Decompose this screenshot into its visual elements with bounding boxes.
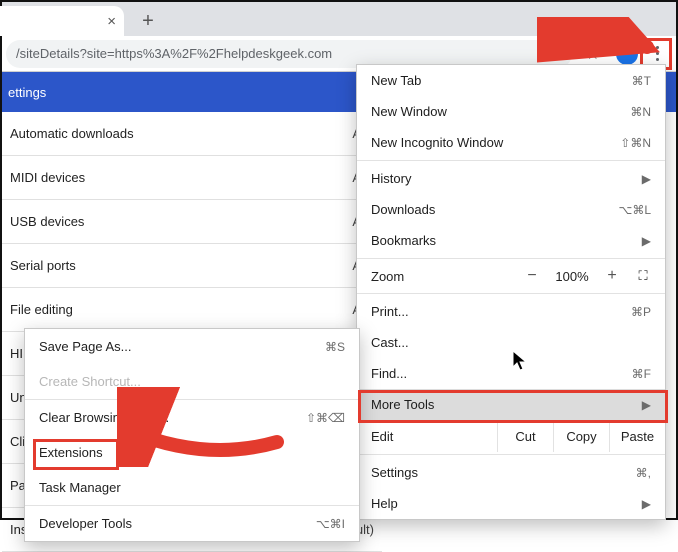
menu-cast[interactable]: Cast...	[357, 327, 665, 358]
setting-row[interactable]: File editing Ask	[2, 288, 382, 332]
menu-separator	[357, 258, 665, 259]
bookmark-star-icon[interactable]: ☆	[586, 44, 600, 64]
setting-label: MIDI devices	[10, 170, 85, 185]
menu-shortcut: ⌘F	[632, 367, 651, 381]
setting-label: Serial ports	[10, 258, 76, 273]
menu-label: Downloads	[371, 202, 618, 217]
setting-row[interactable]: MIDI devices Ask	[2, 156, 382, 200]
menu-shortcut: ⇧⌘N	[620, 136, 651, 150]
submenu-developer-tools[interactable]: Developer Tools ⌥⌘I	[25, 506, 359, 541]
menu-new-window[interactable]: New Window ⌘N	[357, 96, 665, 127]
menu-shortcut: ⌥⌘L	[618, 203, 651, 217]
more-tools-submenu: Save Page As... ⌘S Create Shortcut... Cl…	[24, 328, 360, 542]
submenu-label: Create Shortcut...	[39, 374, 141, 389]
submenu-arrow-icon: ▶	[642, 398, 651, 412]
zoom-in-button[interactable]: +	[597, 267, 627, 285]
edit-copy-button[interactable]: Copy	[553, 421, 609, 452]
menu-label: New Tab	[371, 73, 632, 88]
submenu-extensions[interactable]: Extensions	[25, 435, 359, 470]
submenu-create-shortcut: Create Shortcut...	[25, 364, 359, 399]
zoom-percent: 100%	[547, 269, 597, 284]
menu-shortcut: ⌘P	[631, 305, 651, 319]
menu-label: Edit	[357, 421, 497, 452]
submenu-label: Task Manager	[39, 480, 121, 495]
menu-label: New Window	[371, 104, 630, 119]
setting-row[interactable]: Automatic downloads Ask	[2, 112, 382, 156]
new-tab-button[interactable]: +	[136, 9, 160, 33]
submenu-shortcut: ⌥⌘I	[316, 517, 345, 531]
menu-separator	[357, 293, 665, 294]
menu-shortcut: ⌘N	[630, 105, 651, 119]
menu-new-incognito[interactable]: New Incognito Window ⇧⌘N	[357, 127, 665, 158]
submenu-label: Extensions	[39, 445, 103, 460]
menu-downloads[interactable]: Downloads ⌥⌘L	[357, 194, 665, 225]
menu-more-tools[interactable]: More Tools ▶	[357, 389, 665, 420]
menu-settings[interactable]: Settings ⌘,	[357, 457, 665, 488]
menu-edit-row: Edit Cut Copy Paste	[357, 420, 665, 452]
submenu-label: Clear Browsing Data...	[39, 410, 169, 425]
submenu-arrow-icon: ▶	[642, 172, 651, 186]
menu-label: Print...	[371, 304, 631, 319]
setting-label: Automatic downloads	[10, 126, 134, 141]
setting-label: USB devices	[10, 214, 84, 229]
edit-cut-button[interactable]: Cut	[497, 421, 553, 452]
menu-help[interactable]: Help ▶	[357, 488, 665, 519]
menu-separator	[357, 160, 665, 161]
submenu-label: Save Page As...	[39, 339, 132, 354]
submenu-save-page[interactable]: Save Page As... ⌘S	[25, 329, 359, 364]
edit-paste-button[interactable]: Paste	[609, 421, 665, 452]
setting-row[interactable]: Serial ports Ask	[2, 244, 382, 288]
menu-zoom: Zoom − 100% + ⛶	[357, 261, 665, 291]
menu-find[interactable]: Find... ⌘F	[357, 358, 665, 389]
menu-print[interactable]: Print... ⌘P	[357, 296, 665, 327]
menu-label: Cast...	[371, 335, 651, 350]
submenu-arrow-icon: ▶	[642, 234, 651, 248]
menu-separator	[357, 454, 665, 455]
close-tab-icon[interactable]: ×	[107, 13, 116, 30]
menu-shortcut: ⌘T	[632, 74, 651, 88]
menu-label: New Incognito Window	[371, 135, 620, 150]
fullscreen-icon[interactable]: ⛶	[627, 268, 657, 284]
menu-label: More Tools	[371, 397, 638, 412]
menu-history[interactable]: History ▶	[357, 163, 665, 194]
setting-row[interactable]: USB devices Ask	[2, 200, 382, 244]
submenu-arrow-icon: ▶	[642, 497, 651, 511]
profile-avatar[interactable]	[616, 43, 638, 65]
browser-tab[interactable]: ×	[0, 6, 124, 36]
kebab-menu-icon[interactable]	[644, 41, 670, 67]
submenu-clear-data[interactable]: Clear Browsing Data... ⇧⌘⌫	[25, 400, 359, 435]
menu-label: Help	[371, 496, 638, 511]
submenu-shortcut: ⇧⌘⌫	[306, 411, 345, 425]
menu-shortcut: ⌘,	[636, 466, 651, 480]
zoom-label: Zoom	[371, 269, 517, 284]
settings-header-text: ettings	[8, 85, 46, 100]
submenu-label: Developer Tools	[39, 516, 132, 531]
submenu-task-manager[interactable]: Task Manager	[25, 470, 359, 505]
url-text: /siteDetails?site=https%3A%2F%2Fhelpdesk…	[16, 46, 332, 61]
menu-label: Bookmarks	[371, 233, 638, 248]
setting-label: File editing	[10, 302, 73, 317]
zoom-out-button[interactable]: −	[517, 267, 547, 285]
menu-label: Find...	[371, 366, 632, 381]
menu-new-tab[interactable]: New Tab ⌘T	[357, 65, 665, 96]
submenu-shortcut: ⌘S	[325, 340, 345, 354]
menu-label: Settings	[371, 465, 636, 480]
main-menu: New Tab ⌘T New Window ⌘N New Incognito W…	[356, 64, 666, 520]
tab-strip: × +	[2, 2, 676, 36]
menu-label: History	[371, 171, 638, 186]
menu-bookmarks[interactable]: Bookmarks ▶	[357, 225, 665, 256]
